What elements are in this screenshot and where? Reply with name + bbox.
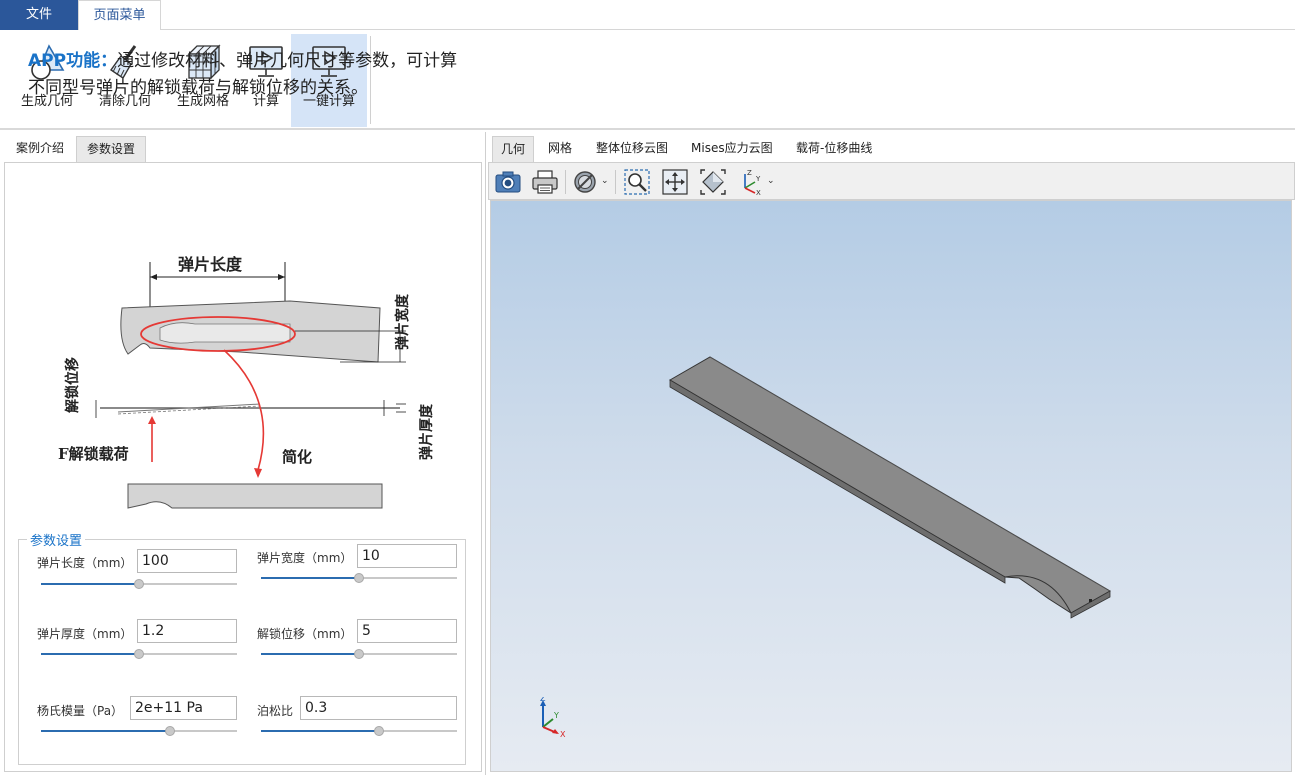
slider-thumb[interactable] [354, 649, 364, 659]
tab-page-menu[interactable]: 页面菜单 [78, 0, 161, 31]
fit-view-icon[interactable] [661, 168, 689, 196]
app-description: APP功能：通过修改材料、弹片几何尺寸等参数，可计算不同型号弹片的解锁载荷与解锁… [28, 48, 468, 102]
parameter-group-title: 参数设置 [27, 530, 86, 549]
hide-icon[interactable] [571, 168, 599, 196]
parameter-group: 参数设置 弹片长度（mm） 100 弹片宽度（mm） 10 弹片厚度（mm） 1… [18, 530, 466, 765]
toolbar-divider [615, 170, 616, 194]
slider-thumb[interactable] [354, 573, 364, 583]
tab-displacement-contour[interactable]: 整体位移云图 [588, 136, 676, 162]
slider-thumb[interactable] [134, 579, 144, 589]
youngs-modulus-slider[interactable] [41, 726, 237, 736]
camera-icon[interactable] [494, 168, 522, 196]
spring-clip-diagram: 弹片长度 弹片宽度 解锁位移 弹片厚度 F解锁载荷 简化 [58, 250, 450, 515]
tab-mesh[interactable]: 网格 [540, 136, 580, 162]
result-tab-bar: 几何 网格 整体位移云图 Mises应力云图 载荷-位移曲线 [488, 136, 1295, 162]
tab-geometry[interactable]: 几何 [492, 136, 535, 162]
thickness-slider[interactable] [41, 649, 237, 659]
right-panel: 几何 网格 整体位移云图 Mises应力云图 载荷-位移曲线 ⌄ Z Y X ⌄… [488, 132, 1295, 775]
poisson-ratio-slider[interactable] [261, 726, 457, 736]
width-slider[interactable] [261, 573, 457, 583]
slider-fill [261, 577, 359, 579]
unlock-load-label: F解锁载荷 [58, 445, 129, 463]
ribbon-tab-bar: 文件 页面菜单 [0, 0, 1295, 31]
unlock-disp-slider[interactable] [261, 649, 457, 659]
youngs-modulus-input[interactable]: 2e+11 Pa [130, 696, 237, 720]
tab-load-displacement-curve[interactable]: 载荷-位移曲线 [788, 136, 880, 162]
toolbar-divider [565, 170, 566, 194]
width-input[interactable]: 10 [357, 544, 457, 568]
spring-width-label: 弹片宽度 [395, 294, 411, 350]
svg-text:Z: Z [747, 169, 752, 177]
slider-thumb[interactable] [134, 649, 144, 659]
length-input[interactable]: 100 [137, 549, 237, 573]
viewport-toolbar: ⌄ Z Y X ⌄ [488, 162, 1295, 200]
zoom-box-icon[interactable] [623, 168, 651, 196]
slider-fill [41, 583, 139, 585]
print-icon[interactable] [531, 168, 559, 196]
thickness-label: 弹片厚度（mm） [37, 627, 133, 641]
3d-viewport[interactable]: Z Y X [490, 200, 1292, 772]
thickness-input[interactable]: 1.2 [137, 619, 237, 643]
tab-mises-contour[interactable]: Mises应力云图 [683, 136, 781, 162]
axis-x-label: X [560, 730, 566, 739]
poisson-ratio-input[interactable]: 0.3 [300, 696, 457, 720]
axis-orientation-icon[interactable]: Z Y X [737, 168, 765, 197]
axis-z-label: Z [540, 697, 546, 703]
chevron-down-icon[interactable]: ⌄ [767, 176, 775, 186]
tab-param-settings[interactable]: 参数设置 [76, 136, 147, 162]
axis-y-label: Y [553, 711, 559, 720]
slider-fill [41, 730, 171, 732]
width-label: 弹片宽度（mm） [257, 551, 353, 565]
unlock-disp-label: 解锁位移（mm） [257, 627, 353, 641]
slider-fill [261, 730, 379, 732]
axis-triad: Z Y X [540, 697, 566, 739]
simplify-label: 简化 [282, 448, 313, 466]
svg-text:Y: Y [755, 175, 761, 183]
chevron-down-icon[interactable]: ⌄ [601, 176, 609, 186]
svg-text:X: X [756, 189, 761, 196]
unlock-disp-input[interactable]: 5 [357, 619, 457, 643]
slider-fill [261, 653, 359, 655]
poisson-ratio-label: 泊松比 [257, 704, 294, 718]
zoom-extents-icon[interactable] [699, 168, 727, 196]
slider-fill [41, 653, 139, 655]
tab-file[interactable]: 文件 [0, 0, 78, 30]
slider-thumb[interactable] [373, 726, 384, 736]
tab-case-intro[interactable]: 案例介绍 [6, 136, 74, 162]
app-function-heading: APP功能： [28, 51, 118, 71]
unlock-displacement-label: 解锁位移 [65, 357, 81, 413]
spring-clip-model [669, 356, 1112, 619]
slider-thumb[interactable] [165, 726, 176, 736]
length-slider[interactable] [41, 579, 237, 589]
length-label: 弹片长度（mm） [37, 556, 133, 570]
spring-thickness-label: 弹片厚度 [419, 404, 435, 460]
spring-length-label: 弹片长度 [178, 255, 243, 274]
youngs-modulus-label: 杨氏模量（Pa） [37, 704, 124, 718]
